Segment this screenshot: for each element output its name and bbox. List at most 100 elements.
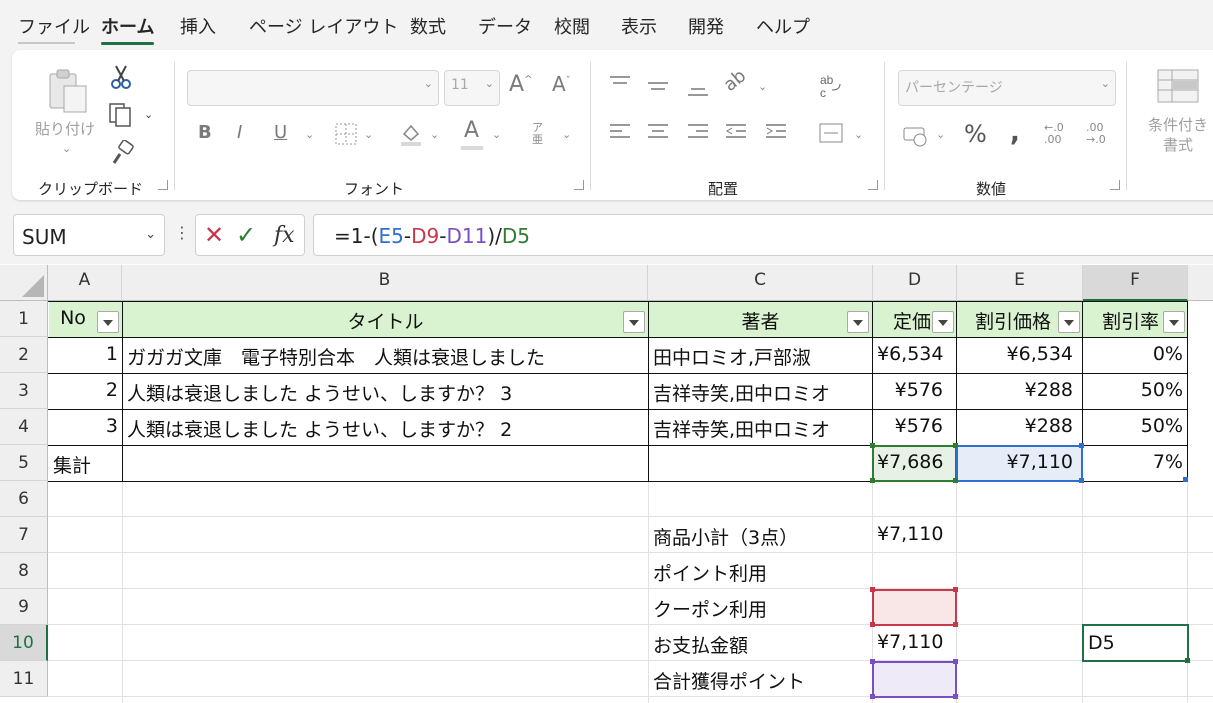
header-cell-no[interactable]: No	[49, 302, 97, 336]
font-size-combo[interactable]: 11 ⌄	[444, 70, 500, 106]
align-center-icon[interactable]	[646, 122, 670, 144]
row-header-7[interactable]: 7	[0, 517, 48, 553]
summary-label[interactable]: ポイント利用	[649, 554, 872, 589]
summary-value[interactable]: ¥7,110	[873, 626, 956, 661]
currency-dropdown-icon[interactable]: ⌄	[936, 128, 945, 141]
decrease-indent-icon[interactable]	[724, 122, 748, 144]
percent-style-icon[interactable]: %	[964, 122, 987, 146]
orientation-dropdown-icon[interactable]: ⌄	[758, 80, 767, 93]
table-cell[interactable]: 人類は衰退しました ようせい、しますか？ 2	[123, 410, 648, 445]
paste-icon[interactable]	[46, 66, 90, 114]
filter-dropdown-icon[interactable]	[97, 311, 119, 333]
table-cell[interactable]: ¥288	[957, 374, 1077, 409]
table-cell[interactable]: 0%	[1083, 338, 1187, 373]
table-cell[interactable]: ¥288	[957, 410, 1077, 445]
header-cell-list-price[interactable]: 定価	[889, 302, 935, 336]
increase-indent-icon[interactable]	[764, 122, 788, 144]
copy-icon[interactable]	[108, 102, 134, 128]
reference-handle[interactable]	[953, 478, 958, 483]
filter-dropdown-icon[interactable]	[932, 311, 954, 333]
filter-dropdown-icon[interactable]	[1163, 311, 1185, 333]
number-format-combo[interactable]: パーセンテージ ⌄	[898, 70, 1116, 106]
more-options-icon[interactable]: ⋮	[174, 223, 190, 242]
reference-handle[interactable]	[953, 694, 958, 699]
tab-view[interactable]: 表示	[621, 13, 657, 39]
increase-decimal-icon[interactable]: .00 →.0	[1086, 121, 1106, 146]
underline-dropdown-icon[interactable]: ⌄	[305, 128, 314, 141]
reference-handle[interactable]	[870, 622, 875, 627]
reference-handle[interactable]	[953, 587, 958, 592]
font-name-combo[interactable]: ⌄	[187, 70, 439, 106]
fill-color-icon[interactable]	[398, 120, 424, 148]
row-header-11[interactable]: 11	[0, 661, 48, 697]
summary-label[interactable]: 商品小計（3点）	[649, 518, 872, 553]
header-cell-discount-rate[interactable]: 割引率	[1098, 302, 1164, 336]
merge-center-icon[interactable]	[818, 122, 844, 144]
alignment-launcher-icon[interactable]	[868, 180, 878, 190]
clipboard-launcher-icon[interactable]	[158, 180, 168, 190]
paste-button-label[interactable]: 貼り付け	[32, 118, 98, 139]
formula-input[interactable]: =1-(E5-D9-D11)/D5	[313, 214, 1213, 256]
summary-label[interactable]: 合計獲得ポイント	[649, 662, 872, 697]
row-header-1[interactable]: 1	[0, 301, 48, 337]
table-cell[interactable]: ¥576	[873, 374, 947, 409]
conditional-formatting-icon[interactable]	[1156, 68, 1200, 104]
active-cell-editor[interactable]: D5	[1088, 632, 1115, 654]
italic-icon[interactable]: I	[237, 124, 242, 142]
underline-icon[interactable]: U	[274, 124, 287, 142]
top-align-icon[interactable]	[608, 74, 632, 94]
filter-dropdown-icon[interactable]	[1058, 311, 1080, 333]
align-right-icon[interactable]	[686, 122, 710, 144]
borders-dropdown-icon[interactable]: ⌄	[364, 128, 373, 141]
fill-handle[interactable]	[1183, 477, 1188, 482]
tab-review[interactable]: 校閲	[554, 13, 590, 39]
font-launcher-icon[interactable]	[574, 180, 584, 190]
reference-handle[interactable]	[1079, 443, 1084, 448]
tab-insert[interactable]: 挿入	[180, 13, 216, 39]
table-cell[interactable]: ¥6,534	[873, 338, 956, 373]
column-header-b[interactable]: B	[122, 265, 648, 301]
row-header-3[interactable]: 3	[0, 373, 48, 409]
reference-handle[interactable]	[870, 694, 875, 699]
table-cell[interactable]: 田中ロミオ,戸部淑	[649, 338, 872, 373]
row-header-5[interactable]: 5	[0, 445, 48, 481]
tab-file[interactable]: ファイル	[18, 13, 90, 39]
row-header-2[interactable]: 2	[0, 337, 48, 373]
font-color-dropdown-icon[interactable]: ⌄	[492, 128, 501, 141]
table-cell[interactable]: 吉祥寺笑,田中ロミオ	[649, 374, 872, 409]
table-cell[interactable]: 50%	[1083, 374, 1187, 409]
bottom-align-icon[interactable]	[686, 82, 710, 102]
bold-icon[interactable]: B	[198, 124, 212, 142]
fill-color-dropdown-icon[interactable]: ⌄	[430, 128, 439, 141]
paste-dropdown-icon[interactable]: ⌄	[62, 142, 71, 155]
orientation-icon[interactable]: ab	[720, 65, 751, 96]
tab-data[interactable]: データ	[478, 13, 532, 39]
wrap-text-icon[interactable]: ab c	[818, 72, 844, 100]
worksheet-grid[interactable]: A B C D E F 1 2 3 4 5 6 7 8 9 10 11 No タ…	[0, 265, 1213, 703]
header-cell-discount-price[interactable]: 割引価格	[971, 302, 1059, 336]
cut-icon[interactable]	[110, 64, 132, 90]
tab-developer[interactable]: 開発	[688, 13, 724, 39]
format-painter-icon[interactable]	[110, 140, 136, 166]
column-header-c[interactable]: C	[648, 265, 873, 301]
table-cell[interactable]: ガガガ文庫 電子特別合本 人類は衰退しました	[123, 338, 648, 373]
row-header-4[interactable]: 4	[0, 409, 48, 445]
reference-handle[interactable]	[870, 478, 875, 483]
row-header-10[interactable]: 10	[0, 625, 48, 661]
enter-icon[interactable]: ✓	[236, 221, 256, 249]
column-header-a[interactable]: A	[48, 265, 122, 301]
row-header-8[interactable]: 8	[0, 553, 48, 589]
summary-value[interactable]	[873, 554, 956, 589]
column-header-g[interactable]	[1188, 265, 1213, 301]
column-header-d[interactable]: D	[873, 265, 957, 301]
currency-format-icon[interactable]	[902, 124, 932, 148]
copy-dropdown-icon[interactable]: ⌄	[144, 108, 153, 121]
conditional-formatting-label[interactable]: 条件付き 書式	[1136, 116, 1213, 155]
align-left-icon[interactable]	[608, 122, 632, 144]
reference-handle[interactable]	[1079, 478, 1084, 483]
table-cell[interactable]: 人類は衰退しました ようせい、しますか？ 3	[123, 374, 648, 409]
table-cell[interactable]: 3	[49, 410, 122, 445]
table-cell[interactable]: 50%	[1083, 410, 1187, 445]
tab-home[interactable]: ホーム	[101, 13, 154, 39]
borders-icon[interactable]	[334, 122, 358, 146]
